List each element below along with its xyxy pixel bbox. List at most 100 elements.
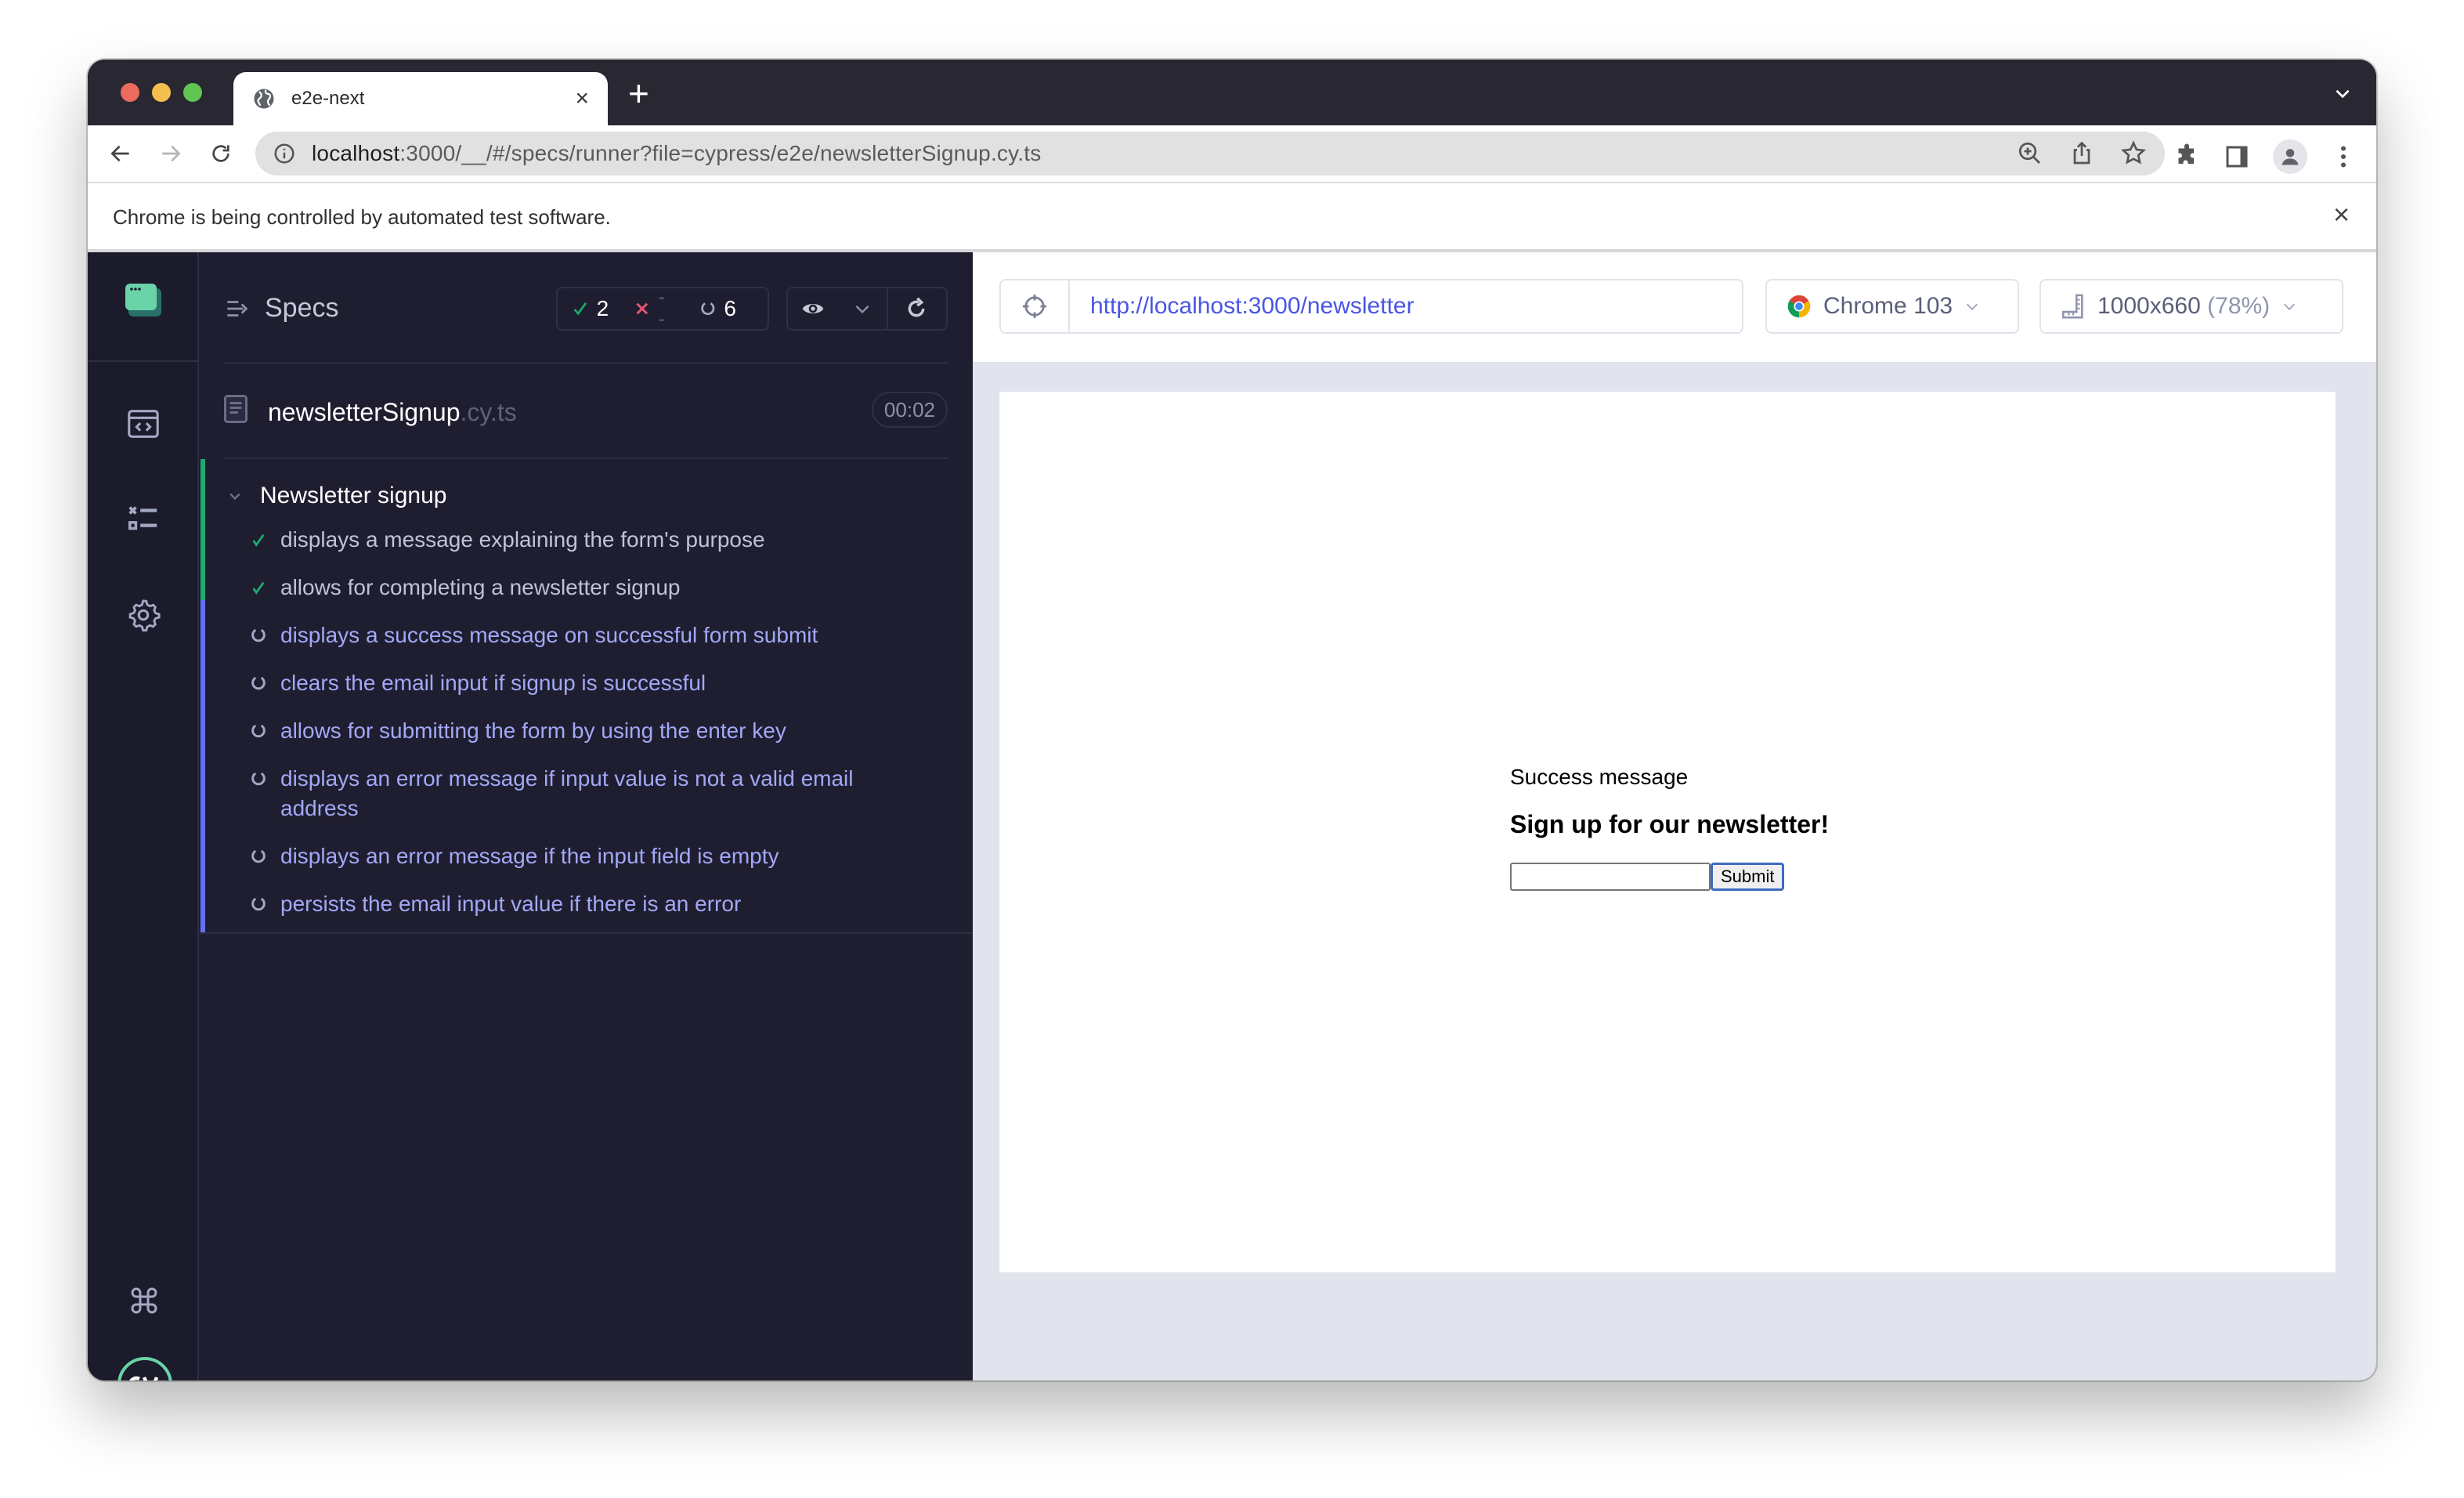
specs-browser-icon[interactable] xyxy=(125,406,161,442)
browser-tab[interactable]: e2e-next × xyxy=(233,72,608,125)
selector-playground-button[interactable] xyxy=(788,288,838,329)
side-panel-icon[interactable] xyxy=(2223,143,2251,171)
selector-target-button[interactable] xyxy=(1001,280,1070,332)
pending-spinner-icon xyxy=(246,716,271,746)
crosshair-icon xyxy=(1023,295,1046,318)
test-item[interactable]: displays a success message on successful… xyxy=(246,611,935,659)
pending-spinner-icon xyxy=(246,841,271,871)
tab-close-icon[interactable]: × xyxy=(575,87,589,110)
pending-spinner-icon xyxy=(246,621,271,650)
share-icon[interactable] xyxy=(2068,139,2096,168)
spec-file-name: newsletterSignup.cy.ts xyxy=(268,398,517,426)
specs-link[interactable]: Specs xyxy=(224,293,339,324)
back-arrow-icon[interactable] xyxy=(108,141,133,166)
passed-count: 2 xyxy=(596,296,609,320)
suite-title[interactable]: Newsletter signup xyxy=(227,483,446,509)
infobar-close-icon[interactable]: × xyxy=(2333,201,2350,229)
person-icon xyxy=(2282,149,2299,165)
chevron-down-icon xyxy=(855,305,869,314)
failed-count: -- xyxy=(658,287,667,330)
test-title: allows for submitting the form by using … xyxy=(280,718,786,743)
spec-file-row: newsletterSignup.cy.ts 00:02 xyxy=(224,364,948,459)
tab-search-chevron-icon[interactable] xyxy=(2332,83,2353,103)
browser-window: e2e-next × + localhost:3000/__/#/specs/r… xyxy=(88,60,2376,1380)
address-url[interactable]: localhost:3000/__/#/specs/runner?file=cy… xyxy=(312,141,1041,166)
aut-url[interactable]: http://localhost:3000/newsletter xyxy=(1070,293,1414,320)
newsletter-page: Success message Sign up for our newslett… xyxy=(1510,765,1829,891)
minimize-window-button[interactable] xyxy=(152,83,171,102)
passed-check-icon xyxy=(573,302,587,316)
test-item[interactable]: persists the email input value if there … xyxy=(246,880,935,928)
test-item[interactable]: clears the email input if signup is succ… xyxy=(246,659,935,707)
suite-pending-indicator xyxy=(201,600,205,934)
suite-divider xyxy=(199,932,973,934)
project-logo-icon[interactable] xyxy=(124,282,163,318)
passed-check-icon xyxy=(246,525,271,555)
zoom-window-button[interactable] xyxy=(183,83,202,102)
submit-button[interactable]: Submit xyxy=(1711,863,1785,891)
cypress-app: Specs 2 -- 6 newsletterSignup.cy.ts 00:0… xyxy=(88,252,2376,1380)
test-title: allows for completing a newsletter signu… xyxy=(280,575,681,599)
address-bar[interactable]: localhost:3000/__/#/specs/runner?file=cy… xyxy=(255,132,2165,175)
bookmark-star-icon[interactable] xyxy=(2119,139,2148,168)
success-message: Success message xyxy=(1510,765,1689,789)
forward-arrow-icon[interactable] xyxy=(158,141,183,166)
passed-check-icon xyxy=(246,573,271,602)
reporter-header: Specs 2 -- 6 xyxy=(224,252,948,364)
spec-duration: 00:02 xyxy=(871,392,948,428)
site-info-icon[interactable] xyxy=(273,142,296,165)
reporter-panel: Specs 2 -- 6 newsletterSignup.cy.ts 00:0… xyxy=(199,252,973,1380)
browser-toolbar: localhost:3000/__/#/specs/runner?file=cy… xyxy=(88,125,2376,183)
newsletter-heading: Sign up for our newsletter! xyxy=(1510,810,1830,838)
browser-name: Chrome 103 xyxy=(1823,293,1953,319)
pending-count: 6 xyxy=(724,296,736,320)
test-item[interactable]: displays a message explaining the form's… xyxy=(246,516,935,563)
settings-gear-icon[interactable] xyxy=(125,597,161,633)
profile-avatar[interactable] xyxy=(2273,139,2307,174)
side-nav xyxy=(88,252,199,1380)
keyboard-shortcuts-icon[interactable] xyxy=(128,1285,160,1316)
viewport-select[interactable]: 1000x660 (78%) xyxy=(2039,279,2343,334)
email-input[interactable] xyxy=(1510,863,1711,891)
pending-spinner-icon xyxy=(246,889,271,919)
zoom-in-icon[interactable] xyxy=(2016,139,2044,168)
test-title: persists the email input value if there … xyxy=(280,892,742,916)
test-item[interactable]: allows for submitting the form by using … xyxy=(246,707,935,754)
test-stats: 2 -- 6 xyxy=(556,287,769,331)
globe-icon xyxy=(254,89,274,109)
document-icon xyxy=(224,395,247,423)
extensions-puzzle-icon[interactable] xyxy=(2173,143,2201,171)
aut-iframe: Success message Sign up for our newslett… xyxy=(999,392,2336,1272)
run-controls xyxy=(786,287,948,331)
app-under-test-panel: http://localhost:3000/newsletter Chrome … xyxy=(973,252,2376,1380)
tab-title: e2e-next xyxy=(291,88,365,109)
chevron-down-icon xyxy=(1967,303,1978,310)
test-title: displays an error message if input value… xyxy=(280,766,854,820)
browser-select[interactable]: Chrome 103 xyxy=(1765,279,2019,334)
test-list: displays a message explaining the form's… xyxy=(246,516,935,928)
suite-passed-indicator xyxy=(201,459,205,600)
ruler-icon xyxy=(2061,294,2083,319)
runs-list-icon[interactable] xyxy=(125,501,161,537)
specs-list-arrow-icon xyxy=(227,300,248,317)
infobar-message: Chrome is being controlled by automated … xyxy=(113,205,611,229)
kebab-menu-icon[interactable] xyxy=(2329,143,2357,171)
reload-icon[interactable] xyxy=(208,141,233,166)
rerun-button[interactable] xyxy=(888,288,945,329)
chrome-logo-icon xyxy=(1787,295,1811,318)
pending-spinner-icon xyxy=(701,302,715,315)
eye-icon xyxy=(802,304,824,313)
new-tab-button[interactable]: + xyxy=(628,75,649,111)
chevron-down-icon xyxy=(2284,303,2296,310)
aut-url-bar[interactable]: http://localhost:3000/newsletter xyxy=(999,279,1743,334)
viewport-size: 1000x660 (78%) xyxy=(2097,293,2271,319)
close-window-button[interactable] xyxy=(121,83,139,102)
test-item[interactable]: allows for completing a newsletter signu… xyxy=(246,563,935,611)
test-item[interactable]: displays an error message if the input f… xyxy=(246,832,935,880)
test-title: displays a message explaining the form's… xyxy=(280,527,765,552)
newsletter-form: Submit xyxy=(1510,863,1829,891)
playground-dropdown-button[interactable] xyxy=(838,288,888,329)
test-item[interactable]: displays an error message if input value… xyxy=(246,754,935,832)
cypress-logo-icon[interactable] xyxy=(116,1355,174,1380)
side-nav-divider xyxy=(88,360,199,362)
